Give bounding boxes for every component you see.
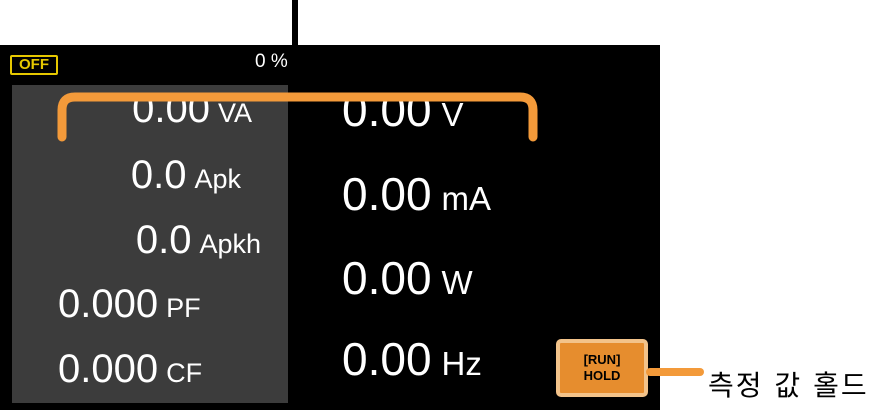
- annotation-overlay: [57, 92, 704, 376]
- hold-annotation-caption: 측정 값 홀드: [708, 369, 869, 402]
- measurement-bracket: [57, 92, 538, 142]
